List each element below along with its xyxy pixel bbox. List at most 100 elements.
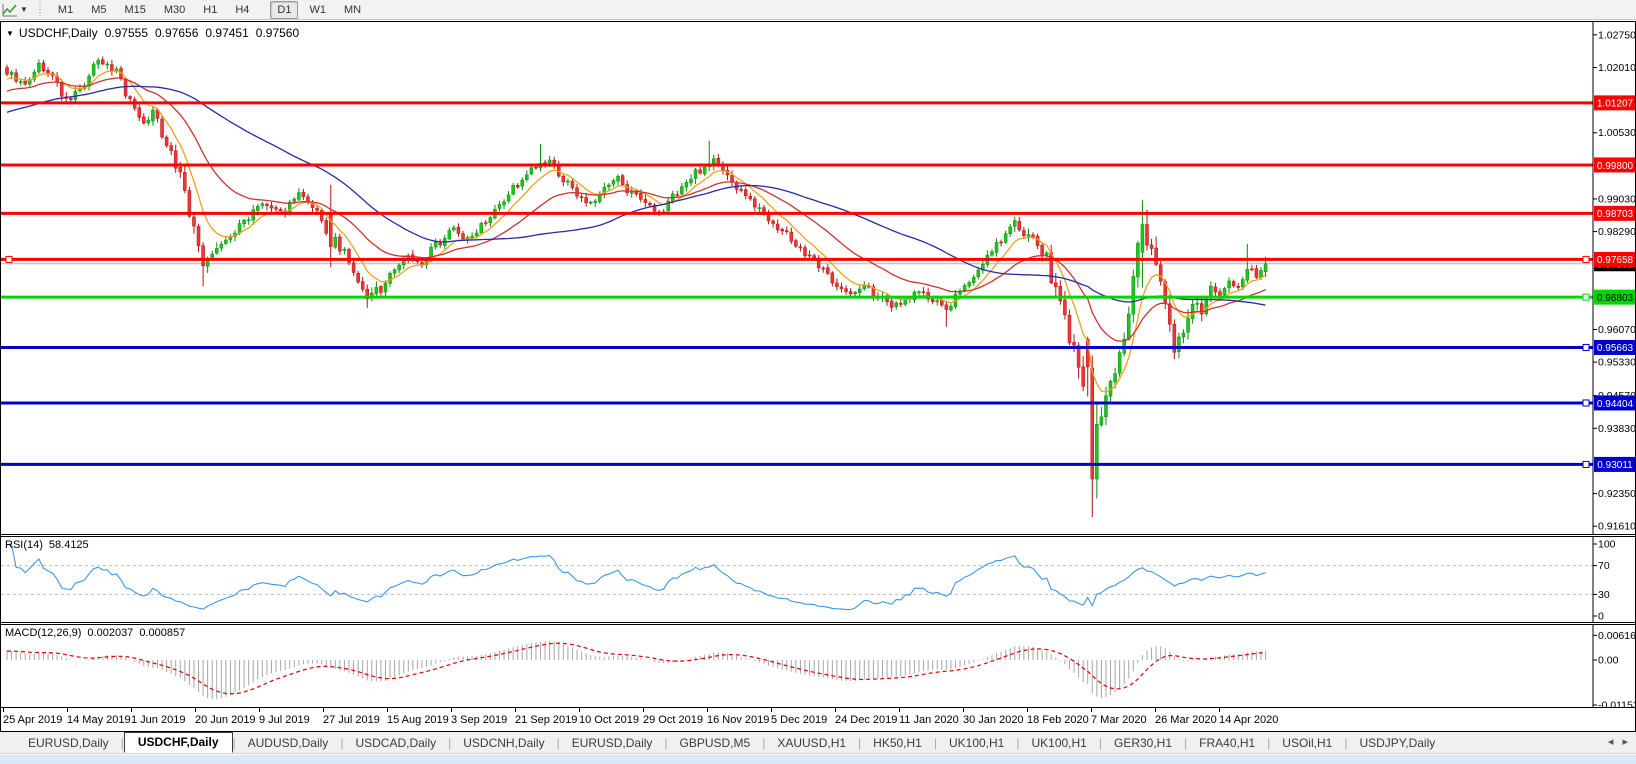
hline-badge-0.94404: 0.94404 <box>1594 395 1635 411</box>
timeframe-button-M1[interactable]: M1 <box>51 1 80 19</box>
time-label: 14 May 2019 <box>67 714 131 726</box>
timeframe-button-MN[interactable]: MN <box>337 1 368 19</box>
toolbar-grip[interactable] <box>37 2 43 17</box>
chart-cursor-icon[interactable] <box>2 3 18 17</box>
hline-0.96803[interactable] <box>1 293 1593 301</box>
tab-eurusd-daily[interactable]: EURUSD,Daily <box>16 734 121 752</box>
tab-eurusd-daily[interactable]: EURUSD,Daily <box>560 734 665 752</box>
timeframe-button-M30[interactable]: M30 <box>157 1 192 19</box>
tab-usdcnh-daily[interactable]: USDCNH,Daily <box>451 734 556 752</box>
time-label: 20 Jun 2019 <box>195 714 256 726</box>
macd-histogram <box>6 641 1267 700</box>
time-tick <box>579 708 580 712</box>
tab-audusd-daily[interactable]: AUDUSD,Daily <box>236 734 341 752</box>
ma-mid-red[interactable] <box>6 77 1266 342</box>
time-label: 15 Aug 2019 <box>387 714 449 726</box>
chart-type-caret-icon[interactable]: ▼ <box>20 5 28 14</box>
time-tick <box>131 708 132 712</box>
rsi-tick: 100 <box>1598 539 1616 551</box>
hline-handle[interactable] <box>1582 255 1590 263</box>
tab-usdcad-daily[interactable]: USDCAD,Daily <box>343 734 448 752</box>
tab-scroll-left-icon[interactable]: ◂ <box>1608 736 1614 748</box>
time-label: 10 Oct 2019 <box>579 714 639 726</box>
hline-badge-0.98703: 0.98703 <box>1594 205 1635 221</box>
time-label: 26 Mar 2020 <box>1155 714 1217 726</box>
rsi-tick: 30 <box>1598 589 1610 601</box>
macd-main-value: 0.002037 <box>87 627 134 639</box>
time-label: 7 Mar 2020 <box>1091 714 1147 726</box>
price-tick: 0.93830 <box>1598 423 1635 435</box>
time-tick <box>323 708 324 712</box>
ma-fast-orange[interactable] <box>6 70 1266 393</box>
hline-handle[interactable] <box>1582 460 1590 468</box>
hline-badge-0.96803: 0.96803 <box>1594 289 1635 305</box>
svg-text:0.96803: 0.96803 <box>1597 293 1634 304</box>
timeframe-button-D1[interactable]: D1 <box>270 0 299 19</box>
hline-handle[interactable] <box>5 255 13 263</box>
hline-0.95663[interactable] <box>1 343 1593 351</box>
title-caret-icon[interactable]: ▼ <box>6 29 14 38</box>
tab-scroll-nav: ◂ ▸ <box>1602 735 1628 748</box>
svg-text:0.93011: 0.93011 <box>1597 460 1633 471</box>
timeframe-button-H1[interactable]: H1 <box>196 1 224 19</box>
hline-handle[interactable] <box>1582 399 1590 407</box>
hline-badge-0.95663: 0.95663 <box>1594 339 1635 355</box>
rsi-value: 58.4125 <box>48 539 89 551</box>
tab-gbpusd-m5[interactable]: GBPUSD,M5 <box>668 734 763 752</box>
rsi-name: RSI(14) <box>5 539 43 551</box>
svg-text:0.98703: 0.98703 <box>1597 209 1634 220</box>
chart-window: 1.02750 1.02010 1.00530 0.99030 0.98290 0.960… <box>0 21 1636 732</box>
tab-uk100-h1[interactable]: UK100,H1 <box>1019 734 1098 752</box>
time-tick <box>451 708 452 712</box>
time-tick <box>899 708 900 712</box>
tab-uk100-h1[interactable]: UK100,H1 <box>937 734 1016 752</box>
candles <box>5 56 1268 517</box>
rsi-tick: 70 <box>1598 560 1610 572</box>
tab-xauusd-h1[interactable]: XAUUSD,H1 <box>765 734 858 752</box>
rsi-indicator-label: RSI(14) 58.4125 <box>5 539 95 551</box>
macd-name: MACD(12,26,9) <box>5 627 82 639</box>
hline-badge-0.97658: 0.97658 <box>1594 251 1635 267</box>
rsi-panel[interactable]: 100 70 30 0 <box>1 534 1635 622</box>
svg-text:0.95663: 0.95663 <box>1597 343 1634 354</box>
ohlc-open: 0.97555 <box>104 26 148 40</box>
symbol-name: USDCHF,Daily <box>18 26 98 40</box>
time-tick <box>195 708 196 712</box>
macd-signal-line <box>7 642 1266 695</box>
hline-badge-0.99800: 0.99800 <box>1594 157 1635 173</box>
tab-usdjpy-daily[interactable]: USDJPY,Daily <box>1347 734 1447 752</box>
time-tick <box>835 708 836 712</box>
time-label: 25 Apr 2019 <box>3 714 63 726</box>
tab-usdchf-daily[interactable]: USDCHF,Daily <box>123 732 233 753</box>
time-label: 27 Jul 2019 <box>323 714 380 726</box>
tab-fra40-h1[interactable]: FRA40,H1 <box>1187 734 1267 752</box>
macd-panel[interactable]: 0.006167 0.00 -0.011533 <box>1 622 1635 707</box>
tab-ger30-h1[interactable]: GER30,H1 <box>1102 734 1184 752</box>
tab-usoil-h1[interactable]: USOil,H1 <box>1270 734 1344 752</box>
hline-handle[interactable] <box>1582 293 1590 301</box>
chart-title: ▼ USDCHF,Daily 0.97555 0.97656 0.97451 0.9756… <box>6 26 299 40</box>
price-tick: 0.98290 <box>1598 226 1635 238</box>
timeframe-button-H4[interactable]: H4 <box>228 1 256 19</box>
time-tick <box>1219 708 1220 712</box>
macd-indicator-label: MACD(12,26,9) 0.002037 0.000857 <box>5 627 191 639</box>
tab-hk50-h1[interactable]: HK50,H1 <box>861 734 934 752</box>
hline-0.94404[interactable] <box>1 399 1593 407</box>
time-tick <box>1091 708 1092 712</box>
hline-handle[interactable] <box>1582 343 1590 351</box>
timeframe-button-M15[interactable]: M15 <box>117 1 152 19</box>
time-tick <box>387 708 388 712</box>
time-label: 21 Sep 2019 <box>515 714 578 726</box>
timeframe-button-M5[interactable]: M5 <box>84 1 113 19</box>
hline-0.93011[interactable] <box>1 460 1593 468</box>
tab-scroll-right-icon[interactable]: ▸ <box>1622 736 1628 748</box>
main-price-chart[interactable]: 1.02750 1.02010 1.00530 0.99030 0.98290 0.960… <box>1 22 1635 534</box>
ohlc-low: 0.97451 <box>205 26 249 40</box>
time-axis[interactable]: 25 Apr 2019 14 May 2019 1 Jun 2019 20 Jun 2… <box>1 707 1635 731</box>
time-tick <box>1155 708 1156 712</box>
rsi-line <box>7 544 1266 611</box>
price-tick: 0.96070 <box>1598 324 1635 336</box>
hline-0.97658[interactable] <box>1 255 1593 263</box>
time-tick <box>515 708 516 712</box>
timeframe-button-W1[interactable]: W1 <box>302 1 333 19</box>
